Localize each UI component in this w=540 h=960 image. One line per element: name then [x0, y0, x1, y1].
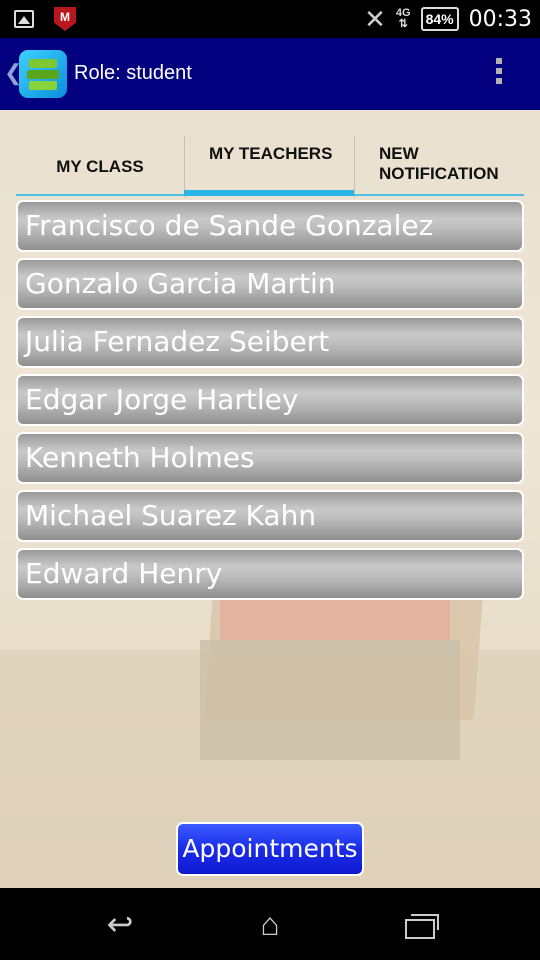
list-item[interactable]: Edgar Jorge Hartley	[16, 374, 524, 426]
list-item[interactable]: Kenneth Holmes	[16, 432, 524, 484]
tab-my-class[interactable]: MY CLASS	[16, 136, 184, 198]
battery-level: 84%	[425, 11, 454, 27]
network-icon: 4G ⇅	[395, 7, 411, 30]
recent-apps-icon[interactable]	[400, 906, 440, 942]
page-title: Role: student	[74, 62, 192, 84]
navigation-bar: ↩ ⌂	[0, 888, 540, 960]
back-icon[interactable]: ↩	[100, 906, 140, 942]
home-icon[interactable]: ⌂	[250, 906, 290, 942]
mcafee-icon: M	[54, 7, 76, 31]
tab-label: MY TEACHERS	[209, 144, 333, 163]
status-bar: M ✕ 4G ⇅ 84% 00:33	[0, 0, 540, 38]
clock: 00:33	[468, 6, 532, 32]
network-label: 4G	[395, 7, 411, 19]
tab-my-teachers[interactable]: MY TEACHERS	[184, 136, 354, 198]
image-icon	[14, 10, 34, 28]
tab-label: NEW NOTIFICATION	[379, 144, 499, 183]
battery-icon: 84%	[420, 7, 459, 31]
main-content: MY CLASS MY TEACHERS NEW NOTIFICATION Fr…	[0, 110, 540, 888]
no-signal-icon: ✕	[364, 4, 386, 34]
tab-bar: MY CLASS MY TEACHERS NEW NOTIFICATION	[16, 136, 524, 198]
list-item[interactable]: Gonzalo Garcia Martin	[16, 258, 524, 310]
list-item[interactable]: Julia Fernadez Seibert	[16, 316, 524, 368]
app-logo-icon[interactable]	[19, 50, 67, 98]
teacher-list: Francisco de Sande Gonzalez Gonzalo Garc…	[16, 200, 524, 606]
action-bar: ❮ Role: student	[0, 38, 540, 110]
list-item[interactable]: Edward Henry	[16, 548, 524, 600]
list-item[interactable]: Michael Suarez Kahn	[16, 490, 524, 542]
tab-new-notification[interactable]: NEW NOTIFICATION	[354, 136, 524, 198]
tab-label: MY CLASS	[56, 157, 144, 176]
list-item[interactable]: Francisco de Sande Gonzalez	[16, 200, 524, 252]
overflow-menu-icon[interactable]	[496, 58, 502, 88]
appointments-button[interactable]: Appointments	[176, 822, 364, 876]
tab-active-indicator	[184, 190, 354, 196]
